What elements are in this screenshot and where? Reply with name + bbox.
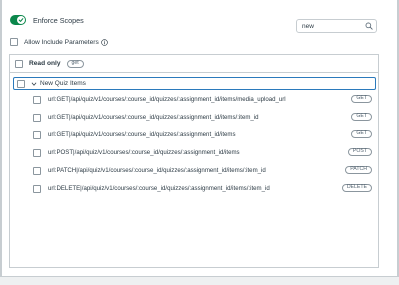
checkmark-icon bbox=[17, 16, 25, 24]
allow-include-row: Allow Include Parameters bbox=[10, 38, 108, 46]
endpoint-path: url:GET|/api/quiz/v1/courses/:course_id/… bbox=[48, 131, 236, 138]
endpoint-checkbox[interactable] bbox=[33, 113, 41, 122]
method-badge: GET bbox=[351, 95, 372, 103]
read-only-checkbox[interactable] bbox=[15, 59, 23, 68]
group-header-new-quiz-items[interactable]: New Quiz Items bbox=[13, 77, 376, 90]
info-icon[interactable] bbox=[101, 38, 108, 46]
group-title: New Quiz Items bbox=[40, 80, 86, 87]
read-only-header: Read only get bbox=[10, 55, 378, 73]
group-checkbox[interactable] bbox=[17, 79, 25, 88]
method-badge: GET bbox=[351, 130, 372, 138]
frame-border-left bbox=[0, 0, 2, 285]
enforce-scopes-label: Enforce Scopes bbox=[33, 15, 84, 25]
search-input[interactable]: new bbox=[296, 19, 377, 33]
endpoint-checkbox[interactable] bbox=[33, 184, 41, 193]
method-badge: PATCH bbox=[345, 166, 372, 174]
method-badge: POST bbox=[347, 148, 372, 156]
read-only-method-badge: get bbox=[66, 59, 84, 68]
frame-footer bbox=[0, 276, 399, 285]
endpoint-path: url:PATCH|/api/quiz/v1/courses/:course_i… bbox=[48, 167, 266, 174]
read-only-label: Read only bbox=[29, 60, 61, 67]
allow-include-label: Allow Include Parameters bbox=[24, 38, 99, 46]
chevron-down-icon[interactable] bbox=[31, 81, 37, 87]
endpoint-row: url:GET|/api/quiz/v1/courses/:course_id/… bbox=[33, 128, 375, 141]
endpoint-checkbox[interactable] bbox=[33, 130, 41, 139]
endpoint-row: url:GET|/api/quiz/v1/courses/:course_id/… bbox=[33, 93, 375, 106]
search-icon[interactable] bbox=[365, 22, 373, 30]
method-badge: DELETE bbox=[341, 184, 372, 192]
endpoint-path: url:GET|/api/quiz/v1/courses/:course_id/… bbox=[48, 114, 259, 121]
endpoint-checkbox[interactable] bbox=[33, 166, 41, 175]
search-value: new bbox=[302, 22, 314, 30]
endpoint-path: url:DELETE|/api/quiz/v1/courses/:course_… bbox=[48, 185, 270, 192]
endpoint-row: url:POST|/api/quiz/v1/courses/:course_id… bbox=[33, 146, 375, 159]
endpoint-path: url:GET|/api/quiz/v1/courses/:course_id/… bbox=[48, 96, 286, 103]
endpoint-checkbox[interactable] bbox=[33, 95, 41, 104]
endpoint-row: url:PATCH|/api/quiz/v1/courses/:course_i… bbox=[33, 164, 375, 177]
enforce-scopes-toggle[interactable] bbox=[10, 15, 26, 25]
scopes-panel: Read only get New Quiz Items url:GET|/ap… bbox=[9, 54, 379, 268]
method-badge: GET bbox=[351, 113, 372, 121]
allow-include-checkbox[interactable] bbox=[10, 38, 18, 46]
endpoint-row: url:GET|/api/quiz/v1/courses/:course_id/… bbox=[33, 111, 375, 124]
enforce-scopes-row: Enforce Scopes bbox=[10, 15, 84, 25]
endpoint-checkbox[interactable] bbox=[33, 148, 41, 157]
endpoint-row: url:DELETE|/api/quiz/v1/courses/:course_… bbox=[33, 182, 375, 195]
endpoint-path: url:POST|/api/quiz/v1/courses/:course_id… bbox=[48, 149, 240, 156]
